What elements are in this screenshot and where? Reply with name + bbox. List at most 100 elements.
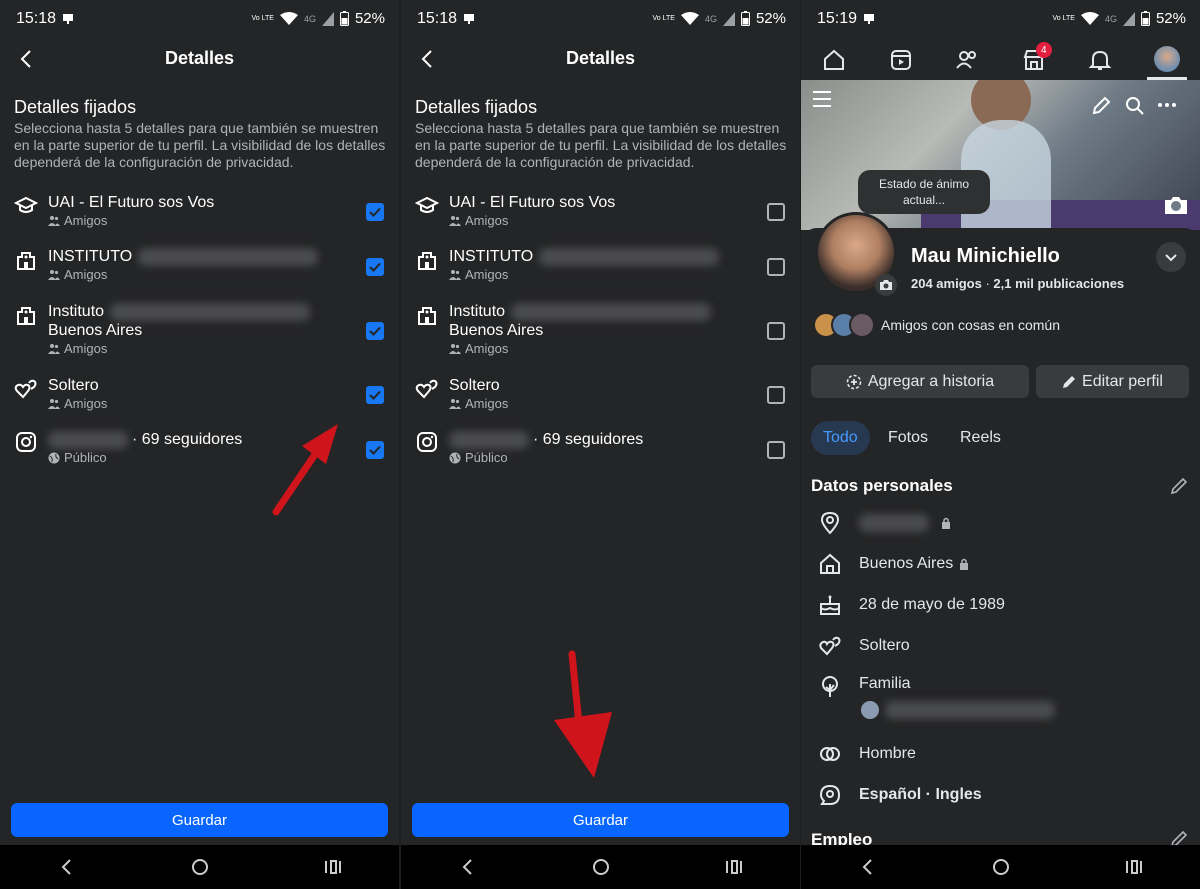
status-time: 15:19: [817, 10, 858, 27]
detail-row-relationship[interactable]: Soltero Amigos: [0, 373, 399, 413]
tab-home[interactable]: [814, 40, 854, 80]
nav-back-icon[interactable]: [858, 857, 878, 877]
friends-icon: [48, 215, 60, 226]
detail-checkbox[interactable]: [767, 386, 785, 404]
nav-back-icon[interactable]: [57, 857, 77, 877]
video-icon: [890, 50, 911, 70]
signal-icon: [1122, 11, 1135, 26]
pencil-icon[interactable]: [1091, 96, 1111, 116]
detail-checkbox[interactable]: [366, 322, 384, 340]
camera-icon[interactable]: [1163, 194, 1189, 216]
audience-label: Amigos: [48, 396, 107, 411]
blurred-text: [110, 302, 311, 321]
hearts-icon: [14, 379, 37, 399]
save-button[interactable]: Guardar: [11, 803, 388, 837]
detail-checkbox[interactable]: [767, 441, 785, 459]
status-bar: 15:18 Vo LTE 4G 52%: [0, 0, 399, 38]
detail-label: Soltero: [449, 377, 500, 394]
detail-row-institute-2[interactable]: Instituto Buenos Aires Amigos: [0, 299, 399, 359]
blurred-text: [859, 514, 929, 532]
detail-row-relationship[interactable]: Soltero Amigos: [401, 373, 800, 413]
save-button[interactable]: Guardar: [412, 803, 789, 837]
blurred-text: [539, 247, 720, 266]
mutual-friends[interactable]: Amigos con cosas en común: [813, 312, 1060, 338]
personal-row-family: Familia: [801, 672, 1200, 726]
notification-icon: [63, 14, 73, 24]
signal-icon: [722, 11, 735, 26]
tab-reels[interactable]: [881, 40, 921, 80]
edit-profile-button[interactable]: Editar perfil: [1036, 365, 1189, 398]
volte-indicator: Vo LTE: [652, 15, 675, 22]
section-title: Detalles fijados: [415, 97, 538, 117]
detail-checkbox[interactable]: [366, 258, 384, 276]
pencil-icon[interactable]: [1170, 477, 1188, 495]
wifi-icon: [1080, 11, 1099, 25]
tab-todo[interactable]: Todo: [811, 421, 870, 455]
detail-label: INSTITUTO: [449, 247, 739, 266]
tab-fotos[interactable]: Fotos: [876, 421, 940, 455]
section-description: Selecciona hasta 5 detalles para que tam…: [415, 120, 787, 170]
globe-icon: [48, 452, 60, 463]
avatar-camera-button[interactable]: [875, 274, 897, 296]
tab-friends[interactable]: [947, 40, 987, 80]
detail-checkbox[interactable]: [366, 441, 384, 459]
detail-row-institute-1[interactable]: INSTITUTO Amigos: [0, 244, 399, 284]
nav-home-icon[interactable]: [991, 857, 1011, 877]
menu-icon[interactable]: [811, 88, 833, 110]
detail-checkbox[interactable]: [767, 322, 785, 340]
location-pin-icon: [820, 512, 840, 534]
mood-bubble[interactable]: Estado de ánimo actual...: [858, 170, 990, 214]
audience-label: Amigos: [449, 213, 508, 228]
nav-recents-icon[interactable]: [1124, 857, 1144, 877]
pencil-icon: [1063, 375, 1076, 388]
detail-checkbox[interactable]: [767, 203, 785, 221]
detail-row-instagram[interactable]: · 69 seguidores Público: [401, 428, 800, 468]
family-member[interactable]: [861, 701, 1055, 719]
personal-row-languages: Español · Ingles: [801, 782, 1200, 812]
globe-icon: [449, 452, 461, 463]
detail-checkbox[interactable]: [767, 258, 785, 276]
nav-home-icon[interactable]: [591, 857, 611, 877]
detail-checkbox[interactable]: [366, 203, 384, 221]
audience-label: Amigos: [449, 341, 508, 356]
home-icon: [824, 49, 845, 70]
tab-reels[interactable]: Reels: [948, 421, 1013, 455]
notification-badge: 4: [1035, 42, 1052, 58]
cover-photo[interactable]: Estado de ánimo actual...: [801, 80, 1200, 230]
search-icon[interactable]: [1125, 96, 1145, 116]
profile-options-button[interactable]: [1156, 242, 1186, 272]
detail-row-education[interactable]: UAI - El Futuro sos Vos Amigos: [0, 190, 399, 230]
tab-notifications[interactable]: [1080, 40, 1120, 80]
detail-row-institute-2[interactable]: Instituto Buenos Aires Amigos: [401, 299, 800, 359]
nav-back-icon[interactable]: [458, 857, 478, 877]
notification-icon: [864, 14, 874, 24]
more-icon[interactable]: [1157, 98, 1177, 112]
nav-recents-icon[interactable]: [724, 857, 744, 877]
add-story-button[interactable]: Agregar a historia: [811, 365, 1029, 398]
personal-text: Hombre: [859, 745, 916, 762]
page-title: Detalles: [565, 48, 636, 68]
detail-row-institute-1[interactable]: INSTITUTO Amigos: [401, 244, 800, 284]
tab-marketplace[interactable]: 4: [1014, 40, 1054, 80]
red-arrow-annotation: [272, 424, 338, 516]
blurred-text: [511, 302, 712, 321]
detail-checkbox[interactable]: [366, 386, 384, 404]
cake-icon: [820, 595, 840, 615]
volte-indicator: Vo LTE: [1052, 15, 1075, 22]
detail-row-education[interactable]: UAI - El Futuro sos Vos Amigos: [401, 190, 800, 230]
hearts-icon: [819, 636, 841, 656]
camera-icon: [880, 280, 892, 290]
friends-icon: [48, 398, 60, 409]
nav-home-icon[interactable]: [190, 857, 210, 877]
family-tree-icon: [822, 676, 838, 697]
profile-stats: 204 amigos · 2,1 mil publicaciones: [911, 276, 1125, 291]
network-indicator: 4G: [303, 13, 316, 24]
nav-recents-icon[interactable]: [323, 857, 343, 877]
personal-text: Español · Ingles: [859, 786, 982, 803]
gender-icon: [820, 747, 840, 761]
network-indicator: 4G: [704, 13, 717, 24]
lock-icon: [960, 558, 969, 570]
detail-label: UAI - El Futuro sos Vos: [449, 194, 616, 211]
building-icon: [418, 252, 436, 270]
tab-profile[interactable]: [1146, 40, 1187, 80]
